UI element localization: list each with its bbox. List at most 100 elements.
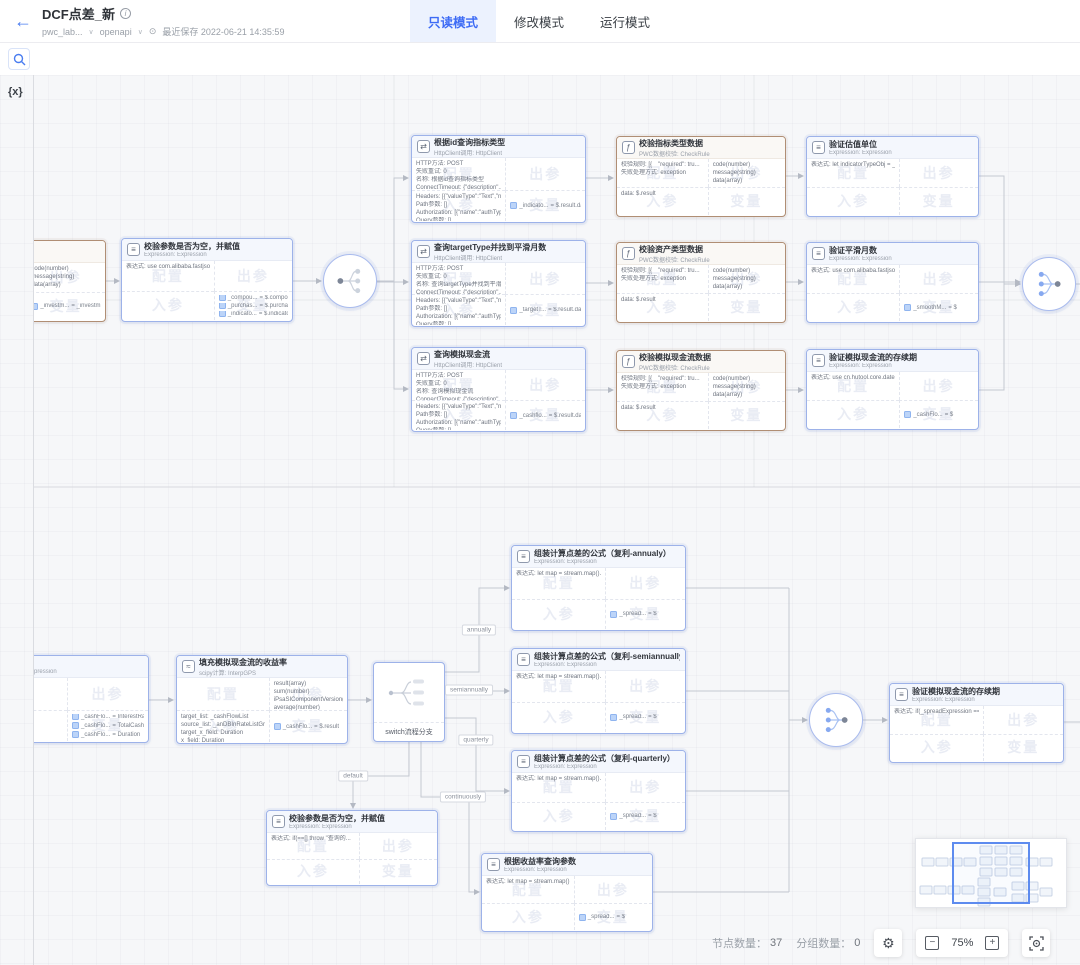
node-quadrant-lb: data: $.result bbox=[617, 187, 708, 215]
zoom-out-button[interactable]: − bbox=[925, 936, 939, 950]
node-title: 组装计算点差的公式（复利-semiannually） bbox=[534, 651, 680, 662]
node-quadrant-rt bbox=[605, 773, 685, 802]
node-config-line: 失败重试: 0 bbox=[416, 380, 501, 388]
node-config-line: 表达式: if(_spreadExpression == ... bbox=[894, 708, 979, 716]
node-title: 校验资产类型数据 bbox=[639, 244, 710, 255]
flow-node-merge-top[interactable] bbox=[1022, 257, 1076, 311]
flow-node-switch[interactable]: switch流程分支 bbox=[373, 662, 445, 742]
node-quadrant-lb: data: $.result bbox=[617, 293, 708, 321]
flow-node-expr-valuation-unit[interactable]: ≡验证估值单位Expression: Expression配置出参入参变量表达式… bbox=[806, 136, 979, 217]
flow-node-expr-smooth-months[interactable]: ≡验证平滑月数Expression: Expression配置出参入参变量表达式… bbox=[806, 242, 979, 323]
node-header: ≡校验参数是否为空，并赋值Expression: Expression bbox=[122, 239, 292, 261]
zoom-in-button[interactable]: + bbox=[985, 936, 999, 950]
fit-view-button[interactable] bbox=[1022, 929, 1050, 957]
node-config-line: data: $.result bbox=[621, 296, 704, 304]
node-config-line: 表达式: let map = stream.map()... bbox=[516, 673, 601, 681]
flow-node-http-targettype[interactable]: ⇄查询targetType并找到平滑月数HttpClient调用: HttpCl… bbox=[411, 240, 586, 327]
flow-node-split-top[interactable] bbox=[323, 254, 377, 308]
node-config-line: message(string) bbox=[713, 169, 781, 177]
node-header: ƒ校验资产类型数据PWC数据校验: CheckRule bbox=[617, 243, 785, 265]
settings-button[interactable]: ⚙ bbox=[874, 929, 902, 957]
flow-node-expr-duration-top[interactable]: ≡验证模拟现金流的存续期Expression: Expression配置出参入参… bbox=[806, 349, 979, 430]
info-icon[interactable]: i bbox=[120, 8, 131, 19]
expr-node-icon: ≡ bbox=[272, 815, 285, 828]
node-config-line: Headers: [{"valueType":"Text","n... bbox=[416, 403, 501, 411]
flow-node-check-sim-cashflow[interactable]: ƒ校验模拟现金流数据PWC数据校验: CheckRule配置出参入参变量校验规则… bbox=[616, 350, 786, 431]
flow-node-http-cashflow[interactable]: ⇄查询模拟现金流HttpClient调用: HttpClient配置出参入参变量… bbox=[411, 347, 586, 432]
node-quadrant-lb bbox=[267, 859, 359, 885]
node-subtitle: Expression: Expression bbox=[829, 256, 892, 262]
node-config-line: data(array) bbox=[713, 177, 781, 185]
node-config-line: 失败处理方式: exception bbox=[621, 275, 704, 283]
flow-node-merge-bottom[interactable] bbox=[809, 693, 863, 747]
merge-icon bbox=[810, 693, 862, 747]
node-quadrant-rb: _spread... = $ bbox=[605, 702, 685, 733]
node-quadrant-lb: Headers: [{"valueType":"Text","n...Path参… bbox=[412, 294, 505, 325]
minimap-viewport[interactable] bbox=[953, 843, 1029, 903]
node-body: 配置出参入参变量result(array)sum(number)iPsaSICo… bbox=[177, 678, 347, 742]
variable-badge: _cashFlo... = $ bbox=[904, 411, 974, 418]
node-config-line: 表达式: if(==[] throw "查询的... bbox=[271, 835, 355, 843]
node-subtitle: Expression: Expression bbox=[504, 867, 576, 873]
flow-node-expr-annually[interactable]: ≡组装计算点差的公式（复利-annualy）Expression: Expres… bbox=[511, 545, 686, 631]
node-quadrant-lb: Headers: [{"valueType":"Text","n...Path参… bbox=[412, 190, 505, 222]
node-quadrant-rt bbox=[605, 671, 685, 702]
status-bar: 节点数量： 37 分组数量： 0 ⚙ − 75% + bbox=[712, 929, 1050, 957]
breadcrumb-api[interactable]: openapi bbox=[100, 27, 132, 37]
node-config-line: 表达式: let indicatorTypeObj = _i... bbox=[811, 161, 895, 169]
flow-node-expr-semiannually[interactable]: ≡组装计算点差的公式（复利-semiannually）Expression: E… bbox=[511, 648, 686, 734]
breadcrumb: pwc_lab... ∨ openapi ∨ ⊙ 最近保存 2022-06-21… bbox=[42, 25, 284, 38]
back-button[interactable]: ← bbox=[14, 11, 32, 32]
node-config-line: 表达式: let map = stream.map()... bbox=[516, 775, 601, 783]
search-button[interactable] bbox=[8, 48, 30, 70]
breadcrumb-project[interactable]: pwc_lab... bbox=[42, 27, 83, 37]
node-config-line: code(number) bbox=[713, 267, 781, 275]
variable-icon bbox=[510, 412, 517, 419]
variables-icon[interactable]: {x} bbox=[8, 86, 23, 98]
node-quadrant-lt: 校验规则: [{ "required": tru...失败处理方式: excep… bbox=[617, 373, 708, 401]
gear-icon: ⚙ bbox=[882, 935, 895, 952]
tab-run-mode[interactable]: 运行模式 bbox=[582, 0, 668, 42]
minimap[interactable] bbox=[915, 838, 1067, 908]
node-quadrant-lb bbox=[807, 293, 899, 321]
flow-node-expr-set-field[interactable]: ≡设置字段名Expression: Expression配置出参入参变量Rate… bbox=[33, 655, 149, 743]
node-config-line: Query参数: [] bbox=[416, 321, 501, 325]
flow-node-check-asset[interactable]: ƒ校验资产类型数据PWC数据校验: CheckRule配置出参入参变量校验规则:… bbox=[616, 242, 786, 323]
node-config-line: HTTP方法: POST bbox=[416, 265, 501, 273]
flow-node-interp-yield[interactable]: ≈填充模拟现金流的收益率scipy计算: InterpGPS配置出参入参变量re… bbox=[176, 655, 348, 744]
tab-edit-mode[interactable]: 修改模式 bbox=[496, 0, 582, 42]
node-title: 查询targetType并找到平滑月数 bbox=[434, 242, 546, 253]
node-config-line: 表达式: use com.alibaba.fastjson... bbox=[811, 267, 895, 275]
node-header: ≡组装计算点差的公式（复利-quarterly）Expression: Expr… bbox=[512, 751, 685, 773]
http-node-icon: ⇄ bbox=[417, 140, 430, 153]
flow-viewport[interactable]: ƒ校验数据PWC数据校验: CheckRule配置出参入参变量校验规则: [{ … bbox=[33, 75, 1080, 965]
flow-node-check-params-empty[interactable]: ≡校验参数是否为空，并赋值Expression: Expression配置出参入… bbox=[121, 238, 293, 322]
flow-node-expr-query-yield[interactable]: ≡根据收益率查询参数Expression: Expression配置出参入参变量… bbox=[481, 853, 653, 932]
node-quadrant-lt: HTTP方法: POST失败重试: 0名称: 根据id查询指标类型Connect… bbox=[412, 158, 505, 190]
node-quadrant-rb: _investm... = _investm... bbox=[33, 292, 105, 321]
node-quadrant-lt: 表达式: let map = stream.map()... bbox=[512, 568, 605, 599]
edge-label-quarterly: quarterly bbox=[458, 735, 493, 746]
node-subtitle: Expression: Expression bbox=[144, 252, 240, 258]
flow-node-expr-quarterly[interactable]: ≡组装计算点差的公式（复利-quarterly）Expression: Expr… bbox=[511, 750, 686, 832]
flow-node-expr-check-empty-2[interactable]: ≡校验参数是否为空，并赋值Expression: Expression配置出参入… bbox=[266, 810, 438, 886]
node-config-line: HTTP方法: POST bbox=[416, 372, 501, 380]
page-title: DCF点差_新 bbox=[42, 4, 115, 23]
node-body: 配置出参入参变量表达式: let map = stream.map()..._s… bbox=[512, 671, 685, 732]
node-title: 填充模拟现金流的收益率 bbox=[199, 657, 287, 668]
node-config-line: HTTP方法: POST bbox=[416, 160, 501, 168]
variable-badge: _compou... = $.compoun... bbox=[219, 295, 288, 301]
flow-node-http-indicator-type[interactable]: ⇄根据id查询指标类型HttpClient调用: HttpClient配置出参入… bbox=[411, 135, 586, 223]
tab-readonly-mode[interactable]: 只读模式 bbox=[410, 0, 496, 42]
node-subtitle: scipy计算: InterpGPS bbox=[199, 668, 287, 677]
node-header: ≡组装计算点差的公式（复利-annualy）Expression: Expres… bbox=[512, 546, 685, 568]
variable-icon bbox=[72, 731, 79, 738]
flow-node-check-indicator[interactable]: ƒ校验指标类型数据PWC数据校验: CheckRule配置出参入参变量校验规则:… bbox=[616, 136, 786, 217]
flow-node-expr-duration-2[interactable]: ≡验证模拟现金流的存续期Expression: Expression配置出参入参… bbox=[889, 683, 1064, 763]
node-quadrant-rb: _smoothM... = $ bbox=[899, 293, 978, 321]
node-title: 验证平滑月数 bbox=[829, 245, 892, 256]
flow-node-check-investment[interactable]: ƒ校验数据PWC数据校验: CheckRule配置出参入参变量校验规则: [{ … bbox=[33, 240, 106, 322]
node-quadrant-rt: code(number)message(string)data(array) bbox=[708, 265, 785, 293]
node-config-line: data(array) bbox=[713, 391, 781, 399]
node-quadrant-lt: 表达式: let map = stream.map()... bbox=[512, 773, 605, 802]
